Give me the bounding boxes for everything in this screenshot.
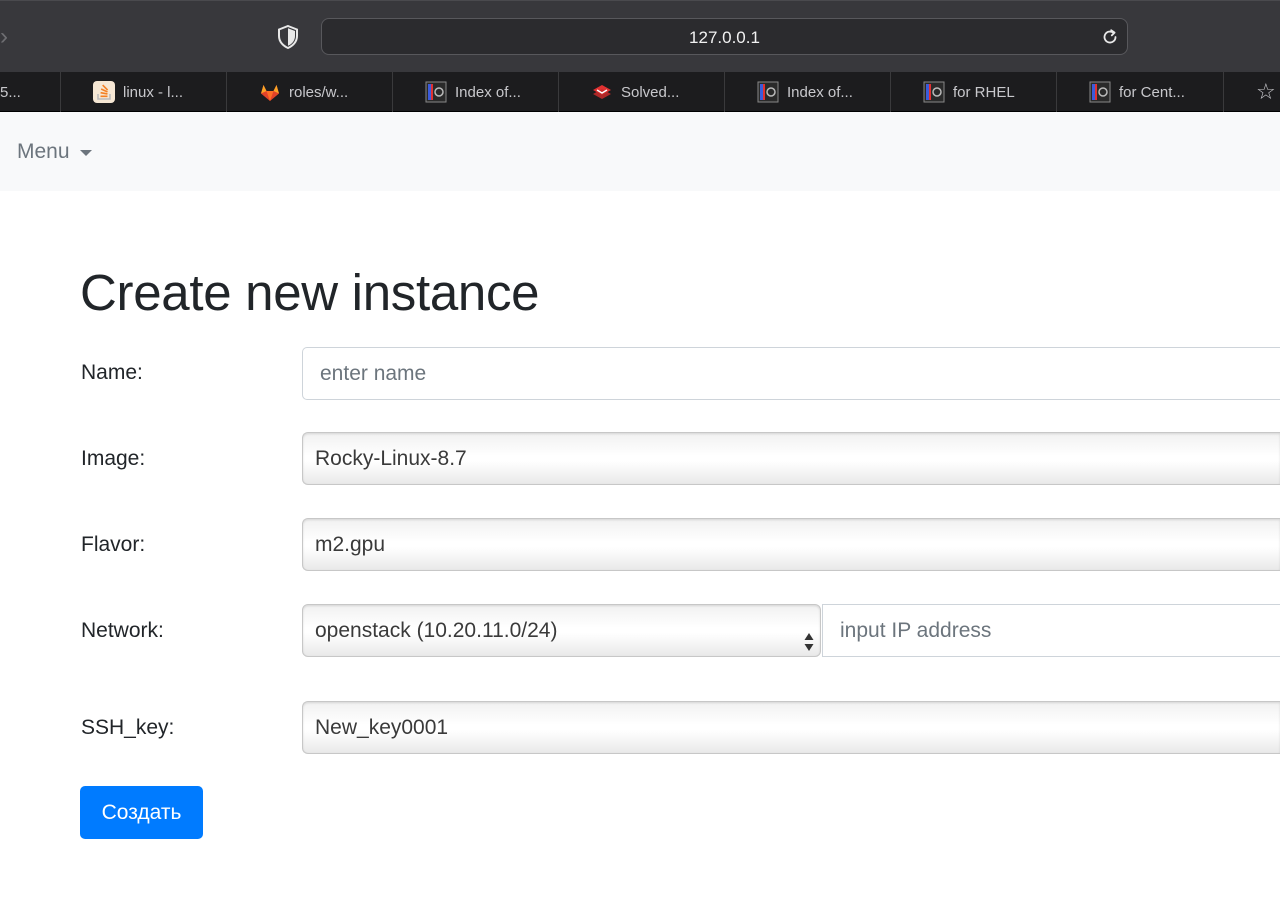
image-label: Image: [81,447,146,470]
name-input[interactable] [302,347,1280,400]
tab-item[interactable]: Index of... [725,72,891,112]
page-title: Create new instance [80,264,540,321]
network-select[interactable]: openstack (10.20.11.0/24) [302,604,821,657]
solved-site-icon [591,81,613,103]
ip-address-input[interactable] [822,604,1280,657]
tab-label: linux - l... [123,83,184,101]
flavor-select-value: m2.gpu [315,533,386,556]
index-site-icon [923,81,945,103]
tab-item[interactable]: Solved... [559,72,725,112]
tab-item[interactable]: for RHEL [891,72,1057,112]
shield-icon[interactable] [277,24,299,50]
tab-label: for RHEL [953,83,1015,101]
index-site-icon [425,81,447,103]
menu-dropdown-toggle[interactable]: Menu [17,139,92,165]
forward-icon[interactable]: › [0,23,18,51]
tab-item[interactable]: 5... [0,72,61,112]
tab-label: Index of... [455,83,521,101]
index-site-icon [1089,81,1111,103]
tab-bar: 5... linux - l... roles/w... Index of...… [0,72,1280,112]
network-label: Network: [81,619,164,642]
ssh-key-label: SSH_key: [81,716,175,739]
tab-label: Index of... [787,83,853,101]
app-navbar: Menu [0,112,1280,191]
stackoverflow-icon [93,81,115,103]
tab-label: Solved... [621,83,680,101]
network-select-value: openstack (10.20.11.0/24) [315,619,558,642]
tab-item[interactable]: roles/w... [227,72,393,112]
tab-label: roles/w... [289,83,349,101]
caret-down-icon [79,149,92,156]
image-select-value: Rocky-Linux-8.7 [315,447,467,470]
tab-item[interactable]: linux - l... [61,72,227,112]
name-label: Name: [81,361,143,384]
browser-toolbar: › 127.0.0.1 [0,0,1280,72]
ssh-key-select-value: New_key0001 [315,716,449,739]
ssh-key-select[interactable]: New_key0001 [302,701,1280,754]
reload-icon[interactable] [1101,28,1119,46]
select-arrows-icon [804,621,814,651]
tab-label: 5... [0,83,21,101]
flavor-select[interactable]: m2.gpu [302,518,1280,571]
address-bar[interactable]: 127.0.0.1 [321,18,1128,55]
create-button[interactable]: Создать [80,786,203,839]
tab-label: for Cent... [1119,83,1185,101]
gitlab-icon [259,81,281,103]
menu-label: Menu [17,140,70,163]
tab-item[interactable]: Index of... [393,72,559,112]
bookmark-star-icon[interactable]: ☆ [1256,79,1280,105]
url-text: 127.0.0.1 [689,28,760,47]
flavor-label: Flavor: [81,533,146,556]
image-select[interactable]: Rocky-Linux-8.7 [302,432,1280,485]
index-site-icon [757,81,779,103]
tab-item[interactable]: for Cent... [1057,72,1224,112]
